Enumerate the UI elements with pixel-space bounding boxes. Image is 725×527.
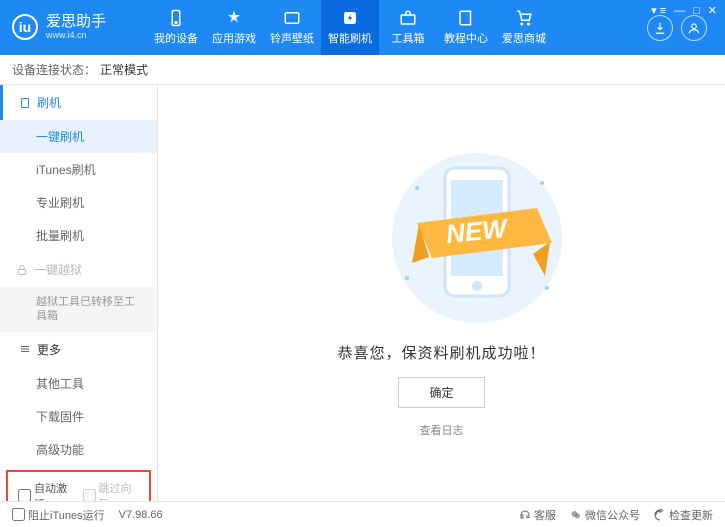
footer: 阻止iTunes运行 V7.98.66 客服 微信公众号 检查更新 [0, 501, 725, 527]
nav-store[interactable]: 爱思商城 [495, 0, 553, 55]
view-log-link[interactable]: 查看日志 [420, 422, 464, 438]
nav-ringtones[interactable]: 铃声壁纸 [263, 0, 321, 55]
maximize-icon[interactable]: □ [693, 5, 700, 17]
refresh-icon [654, 509, 666, 521]
wechat-icon [570, 509, 582, 521]
main-content: NEW 恭喜您，保资料刷机成功啦！ 确定 查看日志 [158, 85, 725, 501]
status-prefix: 设备连接状态： [12, 61, 96, 78]
image-icon [283, 9, 301, 27]
sidebar-item-other[interactable]: 其他工具 [0, 367, 157, 400]
top-nav: 我的设备 应用游戏 铃声壁纸 智能刷机 工具箱 教程中心 爱思商城 [147, 0, 553, 55]
nav-flash[interactable]: 智能刷机 [321, 0, 379, 55]
user-button[interactable] [681, 15, 707, 41]
headset-icon [519, 509, 531, 521]
sidebar-item-oneclick[interactable]: 一键刷机 [0, 120, 157, 153]
apps-icon [225, 9, 243, 27]
wechat-link[interactable]: 微信公众号 [570, 507, 640, 523]
ok-button[interactable]: 确定 [398, 377, 484, 408]
app-subtitle: www.i4.cn [46, 31, 106, 41]
update-link[interactable]: 检查更新 [654, 507, 713, 523]
auto-activate-checkbox[interactable]: 自动激活 [18, 480, 75, 501]
status-bar: 设备连接状态： 正常模式 [0, 55, 725, 85]
toolbox-icon [399, 9, 417, 27]
app-logo: iu 爱思助手 www.i4.cn [12, 14, 147, 40]
cart-icon [515, 9, 533, 27]
app-title: 爱思助手 [46, 14, 106, 31]
success-message: 恭喜您，保资料刷机成功啦！ [337, 342, 545, 363]
success-illustration: NEW [367, 148, 517, 328]
sidebar-jailbreak-note: 越狱工具已转移至工具箱 [0, 287, 157, 332]
activation-options: 自动激活 跳过向导 [6, 470, 151, 501]
flash-icon [341, 9, 359, 27]
lock-icon [16, 264, 28, 276]
status-value: 正常模式 [100, 61, 148, 78]
menu-icon[interactable]: ▾ ≡ [651, 4, 666, 17]
sidebar: 刷机 一键刷机 iTunes刷机 专业刷机 批量刷机 一键越狱 越狱工具已转移至… [0, 85, 158, 501]
window-controls[interactable]: ▾ ≡ — □ ✕ [651, 4, 717, 17]
book-icon [457, 9, 475, 27]
kefu-link[interactable]: 客服 [519, 507, 556, 523]
sidebar-item-itunes[interactable]: iTunes刷机 [0, 153, 157, 186]
close-icon[interactable]: ✕ [708, 4, 717, 17]
menu-icon [19, 343, 31, 355]
phone-icon [167, 9, 185, 27]
minimize-icon[interactable]: — [674, 5, 685, 17]
sidebar-group-more[interactable]: 更多 [0, 332, 157, 367]
sidebar-group-flash[interactable]: 刷机 [0, 85, 157, 120]
sidebar-item-advanced[interactable]: 高级功能 [0, 433, 157, 466]
sidebar-item-download[interactable]: 下载固件 [0, 400, 157, 433]
nav-toolbox[interactable]: 工具箱 [379, 0, 437, 55]
nav-tutorials[interactable]: 教程中心 [437, 0, 495, 55]
nav-my-device[interactable]: 我的设备 [147, 0, 205, 55]
logo-icon: iu [12, 14, 38, 40]
version-label: V7.98.66 [119, 509, 163, 521]
nav-apps[interactable]: 应用游戏 [205, 0, 263, 55]
sidebar-item-batch[interactable]: 批量刷机 [0, 219, 157, 252]
skip-guide-checkbox[interactable]: 跳过向导 [83, 480, 140, 501]
download-button[interactable] [647, 15, 673, 41]
sidebar-item-pro[interactable]: 专业刷机 [0, 186, 157, 219]
block-itunes-checkbox[interactable]: 阻止iTunes运行 [12, 507, 105, 523]
sidebar-group-jailbreak: 一键越狱 [0, 252, 157, 287]
list-icon [19, 97, 31, 109]
